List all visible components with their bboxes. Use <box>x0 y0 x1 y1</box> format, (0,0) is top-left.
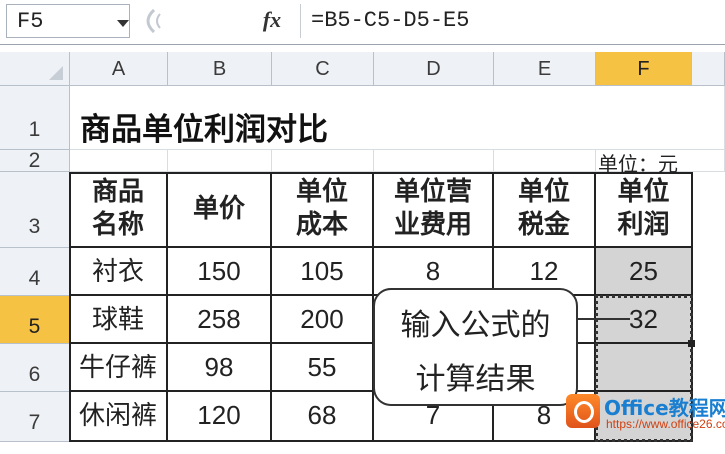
row-header-4[interactable]: 4 <box>0 248 70 296</box>
column-header-c[interactable]: C <box>272 52 374 86</box>
header-cell-profit[interactable]: 单位 利润 <box>596 172 693 248</box>
table-left-border <box>69 172 71 442</box>
cell-c5[interactable]: 200 <box>272 296 374 344</box>
formula-bar-resize-handle[interactable] <box>140 6 240 36</box>
row-header-3[interactable]: 3 <box>0 172 70 248</box>
row-header-2[interactable]: 2 <box>0 150 70 172</box>
fill-handle[interactable] <box>688 340 695 347</box>
cell-b7[interactable]: 120 <box>168 392 272 442</box>
cell-c2[interactable] <box>272 150 374 172</box>
formula-input[interactable]: =B5-C5-D5-E5 <box>300 4 721 38</box>
header-line: 商品 <box>91 177 144 207</box>
header-cell-tax[interactable]: 单位 税金 <box>494 172 596 248</box>
row-header-7[interactable]: 7 <box>0 392 70 442</box>
formula-text: =B5-C5-D5-E5 <box>311 8 470 33</box>
formula-bar: F5 fx =B5-C5-D5-E5 <box>0 0 725 45</box>
column-header-b[interactable]: B <box>168 52 272 86</box>
cell-b5[interactable]: 258 <box>168 296 272 344</box>
header-cell-price[interactable]: 单价 <box>168 172 272 248</box>
header-line: 名称 <box>91 210 144 240</box>
callout-leader-line <box>578 318 630 320</box>
name-box-value: F5 <box>17 9 44 34</box>
header-line: 单位营 <box>393 177 472 207</box>
callout-line-1: 输入公式的 <box>400 308 551 343</box>
row-header-5[interactable]: 5 <box>0 296 70 344</box>
cell-b2[interactable] <box>168 150 272 172</box>
cell-a6[interactable]: 牛仔裤 <box>70 344 168 392</box>
chevron-down-icon[interactable] <box>117 20 129 27</box>
header-line: 单位 <box>517 177 570 207</box>
header-line: 税金 <box>517 210 570 240</box>
callout-line-2: 计算结果 <box>415 362 536 397</box>
header-line: 单位 <box>617 177 670 207</box>
cell-d2[interactable] <box>374 150 494 172</box>
column-header-e[interactable]: E <box>494 52 596 86</box>
cell-a5[interactable]: 球鞋 <box>70 296 168 344</box>
cell-b4[interactable]: 150 <box>168 248 272 296</box>
cell-b6[interactable]: 98 <box>168 344 272 392</box>
cell-f4[interactable]: 25 <box>596 248 693 296</box>
column-header-d[interactable]: D <box>374 52 494 86</box>
header-cell-expense[interactable]: 单位营 业费用 <box>374 172 494 248</box>
cell-c7[interactable]: 68 <box>272 392 374 442</box>
sheet-title: 商品单位利润对比 <box>80 112 328 148</box>
office-logo-icon <box>566 394 600 428</box>
header-line: 成本 <box>295 210 348 240</box>
cell-a2[interactable] <box>70 150 168 172</box>
watermark-url: https://www.office26.com <box>606 417 725 431</box>
header-line: 利润 <box>617 210 670 240</box>
select-all-button[interactable] <box>0 52 70 86</box>
cell-c6[interactable]: 55 <box>272 344 374 392</box>
header-line: 业费用 <box>393 210 472 240</box>
header-line: 单位 <box>295 177 348 207</box>
name-box[interactable]: F5 <box>6 4 130 38</box>
header-cell-cost[interactable]: 单位 成本 <box>272 172 374 248</box>
row-header-1[interactable]: 1 <box>0 86 70 150</box>
insert-function-icon[interactable]: fx <box>256 5 288 35</box>
callout-bubble: 输入公式的 计算结果 <box>373 288 578 406</box>
cell-e2[interactable] <box>494 150 596 172</box>
header-line: 单价 <box>192 193 245 224</box>
row-header-6[interactable]: 6 <box>0 344 70 392</box>
column-header-overflow <box>692 52 725 86</box>
cell-c4[interactable]: 105 <box>272 248 374 296</box>
column-header-f[interactable]: F <box>596 52 692 86</box>
select-all-icon <box>49 66 63 80</box>
header-cell-name[interactable]: 商品 名称 <box>70 172 168 248</box>
watermark-logo: Office教程网 https://www.office26.com <box>566 392 725 440</box>
cell-a4[interactable]: 衬衣 <box>70 248 168 296</box>
column-header-a[interactable]: A <box>70 52 168 86</box>
cell-a7[interactable]: 休闲裤 <box>70 392 168 442</box>
